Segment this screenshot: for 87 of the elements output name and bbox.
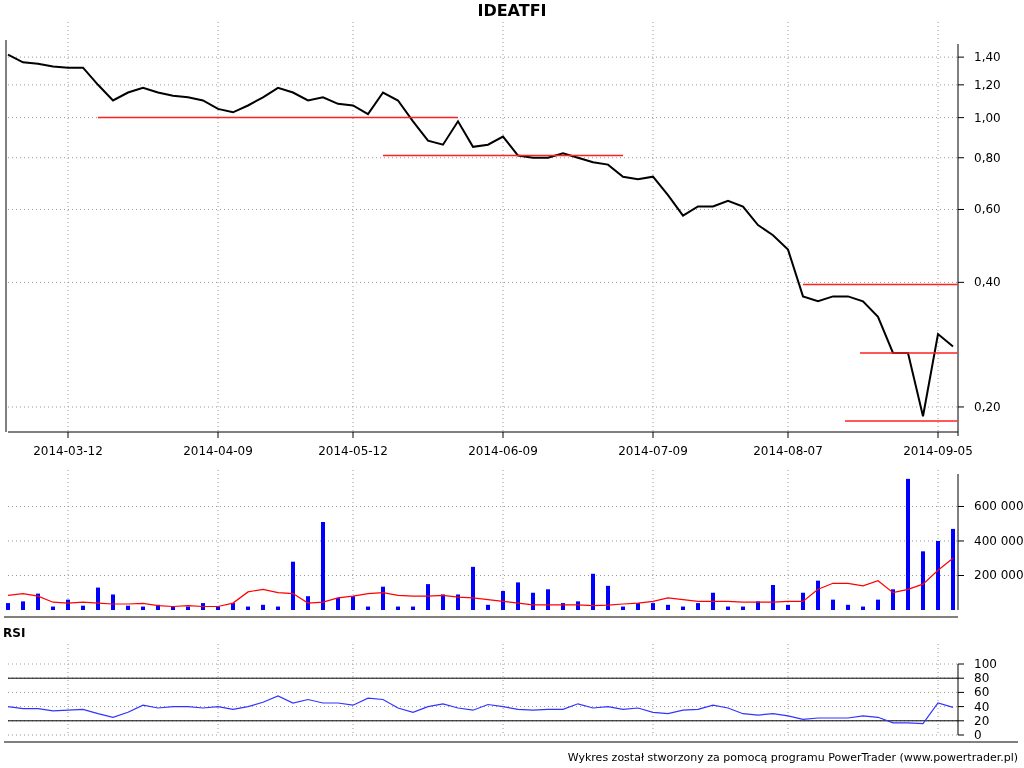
volume-bar <box>351 596 355 610</box>
volume-bar <box>546 589 550 610</box>
volume-bar <box>756 601 760 610</box>
volume-bar <box>456 594 460 610</box>
axis-label: 0,40 <box>974 275 1001 290</box>
volume-bar <box>651 603 655 610</box>
axis-label: 20 <box>974 713 990 728</box>
volume-bar <box>936 541 940 610</box>
axis-label: 2014-04-09 <box>183 444 253 458</box>
volume-bar <box>111 594 115 610</box>
volume-bar <box>171 606 175 610</box>
volume-bar <box>66 599 70 610</box>
axis-label: 600 000 <box>974 499 1024 514</box>
chart-title: IDEATFI <box>477 3 547 19</box>
volume-bar <box>861 606 865 610</box>
axis-label: 80 <box>974 671 990 686</box>
volume-bar <box>81 605 85 610</box>
volume-bar <box>201 603 205 610</box>
axis-label: 40 <box>974 699 990 714</box>
volume-bar <box>816 580 820 610</box>
volume-bar <box>621 606 625 610</box>
volume-bar <box>126 605 130 610</box>
volume-bar <box>336 597 340 610</box>
axis-label: 2014-07-09 <box>618 444 688 458</box>
axis-label: 0,80 <box>974 150 1001 165</box>
volume-bar <box>186 606 190 610</box>
volume-bar <box>771 585 775 610</box>
volume-bar <box>501 591 505 610</box>
volume-bar <box>246 606 250 610</box>
footer-credit: Wykres został stworzony za pomocą programu PowerTrader (www.powertrader.pl) <box>567 749 1018 766</box>
volume-bar <box>666 604 670 610</box>
volume-bar <box>36 593 40 610</box>
axis-label: 1,40 <box>974 50 1001 65</box>
axis-label: 0,60 <box>974 202 1001 217</box>
volume-bar <box>306 596 310 610</box>
volume-bar <box>426 584 430 610</box>
volume-bar <box>786 604 790 610</box>
volume-bar <box>696 603 700 610</box>
volume-bar <box>711 592 715 610</box>
axis-label: 400 000 <box>974 534 1024 548</box>
volume-bar <box>576 601 580 610</box>
volume-bar <box>516 582 520 610</box>
volume-bar <box>96 587 100 610</box>
volume-bar <box>141 606 145 610</box>
volume-bar <box>891 589 895 610</box>
volume-bar <box>561 603 565 610</box>
volume-bar <box>366 606 370 610</box>
volume-bar <box>291 561 295 610</box>
volume-bar <box>21 601 25 610</box>
volume-bar <box>681 606 685 610</box>
volume-bar <box>486 604 490 610</box>
volume-bar <box>531 592 535 610</box>
axis-label: 2014-06-09 <box>468 444 538 458</box>
axis-label: 2014-03-12 <box>33 444 103 458</box>
axis-label: 100 <box>974 657 997 671</box>
volume-bar <box>6 603 10 610</box>
panel-label: RSI <box>3 625 26 642</box>
volume-bar <box>231 603 235 610</box>
volume-bar <box>876 599 880 610</box>
axis-label: 2014-09-05 <box>903 444 973 458</box>
volume-bar <box>831 599 835 610</box>
volume-bar <box>156 604 160 610</box>
volume-bar <box>381 586 385 610</box>
volume-bar <box>606 585 610 610</box>
volume-bar <box>846 604 850 610</box>
volume-bar <box>441 594 445 610</box>
volume-bar <box>591 573 595 610</box>
axis-label: 60 <box>974 685 990 700</box>
volume-bar <box>261 604 265 610</box>
volume-bar <box>51 606 55 610</box>
volume-bar <box>396 606 400 610</box>
volume-bar <box>726 606 730 610</box>
axis-label: 1,20 <box>974 77 1001 92</box>
volume-bar <box>636 603 640 610</box>
volume-bar <box>276 606 280 610</box>
volume-bar <box>921 551 925 610</box>
axis-label: 0,20 <box>974 399 1001 414</box>
axis-label: 200 000 <box>974 568 1024 583</box>
volume-bar <box>471 566 475 610</box>
axis-label: 0 <box>974 728 982 742</box>
volume-bar <box>801 592 805 610</box>
volume-bar <box>216 606 220 610</box>
volume-bar <box>741 606 745 610</box>
axis-label: 2014-08-07 <box>753 444 823 458</box>
volume-bar <box>411 606 415 610</box>
axis-label: 2014-05-12 <box>318 444 388 458</box>
axis-label: 1,00 <box>974 110 1001 125</box>
